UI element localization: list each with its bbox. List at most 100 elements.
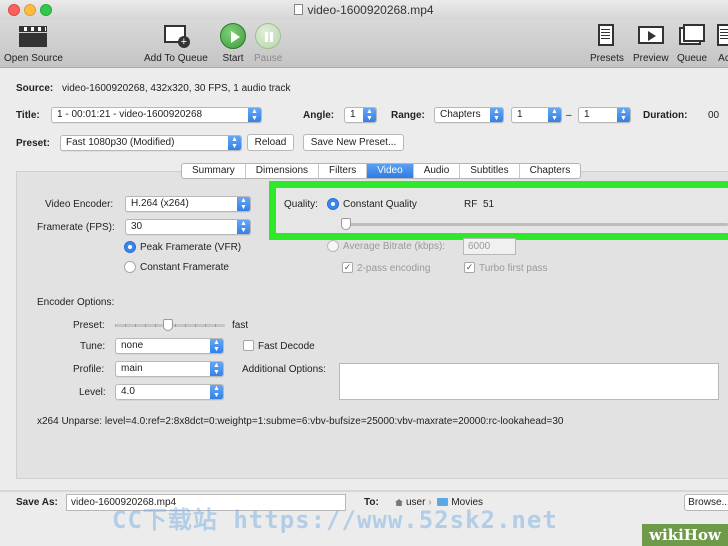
fast-decode-label: Fast Decode xyxy=(258,341,315,352)
source-info: video-1600920268, 432x320, 30 FPS, 1 aud… xyxy=(62,83,291,94)
reload-button[interactable]: Reload xyxy=(247,134,294,151)
preset-label: Preset: xyxy=(16,138,50,149)
watermark-text: CC下载站 https://www.52sk2.net xyxy=(112,506,558,534)
window-title: video-1600920268.mp4 xyxy=(0,3,728,17)
tab-chapters[interactable]: Chapters xyxy=(520,164,581,178)
preview-button[interactable]: Preview xyxy=(633,23,669,64)
rf-label: RF xyxy=(464,199,478,210)
document-icon xyxy=(294,4,304,15)
tune-label: Tune: xyxy=(80,341,106,352)
preview-icon xyxy=(637,23,665,49)
tab-subtitles[interactable]: Subtitles xyxy=(460,164,520,178)
encoder-preset-slider-knob[interactable] xyxy=(163,319,173,331)
peak-framerate-label: Peak Framerate (VFR) xyxy=(140,242,242,253)
x264-unparse-text: x264 Unparse: level=4.0:ref=2:8x8dct=0:w… xyxy=(37,416,564,427)
chevron-updown-icon: ▲ ▼ xyxy=(248,108,261,122)
chevron-updown-icon: ▲ ▼ xyxy=(490,108,503,122)
pause-icon xyxy=(255,23,282,49)
rf-slider-knob[interactable] xyxy=(341,218,351,230)
tab-video[interactable]: Video xyxy=(367,164,414,178)
additional-options-input[interactable] xyxy=(339,363,719,400)
additional-options-label: Additional Options: xyxy=(242,364,326,375)
pause-button[interactable]: Pause xyxy=(254,23,282,64)
average-bitrate-radio[interactable] xyxy=(327,240,339,252)
range-type-select[interactable]: Chapters ▲ ▼ xyxy=(434,107,504,123)
presets-icon xyxy=(595,23,619,49)
settings-tabs: Summary Dimensions Filters Video Audio S… xyxy=(181,163,582,179)
framerate-select[interactable]: 30 ▲ ▼ xyxy=(125,219,251,235)
quality-highlight-box xyxy=(269,181,728,240)
chevron-updown-icon: ▲ ▼ xyxy=(617,108,630,122)
title-select[interactable]: 1 - 00:01:21 - video-1600920268 ▲ ▼ xyxy=(51,107,262,123)
profile-select[interactable]: main ▲ ▼ xyxy=(115,361,224,377)
rf-value: 51 xyxy=(483,199,495,210)
video-encoder-select[interactable]: H.264 (x264) ▲ ▼ xyxy=(125,196,251,212)
range-end-select[interactable]: 1 ▲ ▼ xyxy=(578,107,631,123)
tab-dimensions[interactable]: Dimensions xyxy=(246,164,320,178)
framerate-label: Framerate (FPS): xyxy=(37,222,115,233)
queue-button[interactable]: Queue xyxy=(677,23,707,64)
profile-label: Profile: xyxy=(73,364,105,375)
queue-icon xyxy=(678,23,706,49)
range-separator: – xyxy=(566,110,572,121)
chevron-updown-icon: ▲ ▼ xyxy=(237,197,250,211)
source-label: Source: xyxy=(16,83,54,94)
range-start-select[interactable]: 1 ▲ ▼ xyxy=(511,107,562,123)
angle-label: Angle: xyxy=(303,110,335,121)
title-bar: video-1600920268.mp4 xyxy=(0,0,728,20)
angle-select[interactable]: 1 ▲ ▼ xyxy=(344,107,377,123)
encoder-preset-label: Preset: xyxy=(73,320,105,331)
encoder-preset-value: fast xyxy=(232,320,249,331)
turbo-label: Turbo first pass xyxy=(479,263,548,274)
bitrate-input[interactable]: 6000 xyxy=(463,238,516,255)
chevron-updown-icon: ▲ ▼ xyxy=(548,108,561,122)
fast-decode-checkbox[interactable] xyxy=(243,340,254,351)
chevron-updown-icon: ▲ ▼ xyxy=(237,220,250,234)
encoder-options-heading: Encoder Options: xyxy=(37,297,115,308)
chevron-updown-icon: ▲ ▼ xyxy=(228,136,241,150)
rf-slider-track[interactable] xyxy=(343,223,728,226)
constant-quality-label: Constant Quality xyxy=(343,199,417,210)
title-label: Title: xyxy=(16,110,40,121)
save-as-label: Save As: xyxy=(16,497,58,508)
chevron-updown-icon: ▲ ▼ xyxy=(363,108,376,122)
constant-framerate-radio[interactable] xyxy=(124,261,136,273)
range-label: Range: xyxy=(391,110,425,121)
tab-audio[interactable]: Audio xyxy=(414,164,461,178)
video-encoder-label: Video Encoder: xyxy=(45,199,114,210)
chevron-updown-icon: ▲ ▼ xyxy=(210,362,223,376)
start-button[interactable]: Start xyxy=(220,23,246,64)
level-select[interactable]: 4.0 ▲ ▼ xyxy=(115,384,224,400)
duration-value: 00 xyxy=(708,110,720,121)
play-icon xyxy=(220,23,246,49)
browse-button[interactable]: Browse... xyxy=(684,494,728,511)
chevron-updown-icon: ▲ ▼ xyxy=(210,339,223,353)
level-label: Level: xyxy=(79,387,106,398)
add-to-queue-button[interactable]: + Add To Queue xyxy=(144,23,208,64)
tune-select[interactable]: none ▲ ▼ xyxy=(115,338,224,354)
divider xyxy=(0,490,728,492)
duration-label: Duration: xyxy=(643,110,688,121)
wikihow-badge: wikiHow xyxy=(642,524,728,546)
save-new-preset-button[interactable]: Save New Preset... xyxy=(303,134,404,151)
activity-button[interactable]: Ac xyxy=(714,23,728,64)
peak-framerate-radio[interactable] xyxy=(124,241,136,253)
two-pass-checkbox[interactable]: ✓ xyxy=(342,262,353,273)
turbo-checkbox[interactable]: ✓ xyxy=(464,262,475,273)
add-to-queue-icon: + xyxy=(162,23,190,49)
two-pass-label: 2-pass encoding xyxy=(357,263,431,274)
film-clapper-icon xyxy=(16,23,50,49)
presets-button[interactable]: Presets xyxy=(590,23,624,64)
toolbar: Open Source + Add To Queue Start Pause P… xyxy=(0,20,728,68)
tab-filters[interactable]: Filters xyxy=(319,164,368,178)
preset-select[interactable]: Fast 1080p30 (Modified) ▲ ▼ xyxy=(60,135,242,151)
chevron-updown-icon: ▲ ▼ xyxy=(210,385,223,399)
tab-summary[interactable]: Summary xyxy=(182,164,246,178)
constant-quality-radio[interactable] xyxy=(327,198,339,210)
quality-label: Quality: xyxy=(284,199,318,210)
average-bitrate-label: Average Bitrate (kbps): xyxy=(343,241,446,252)
main-content: Source: video-1600920268, 432x320, 30 FP… xyxy=(0,69,728,546)
activity-icon xyxy=(714,23,728,49)
open-source-button[interactable]: Open Source xyxy=(4,23,63,64)
constant-framerate-label: Constant Framerate xyxy=(140,262,229,273)
